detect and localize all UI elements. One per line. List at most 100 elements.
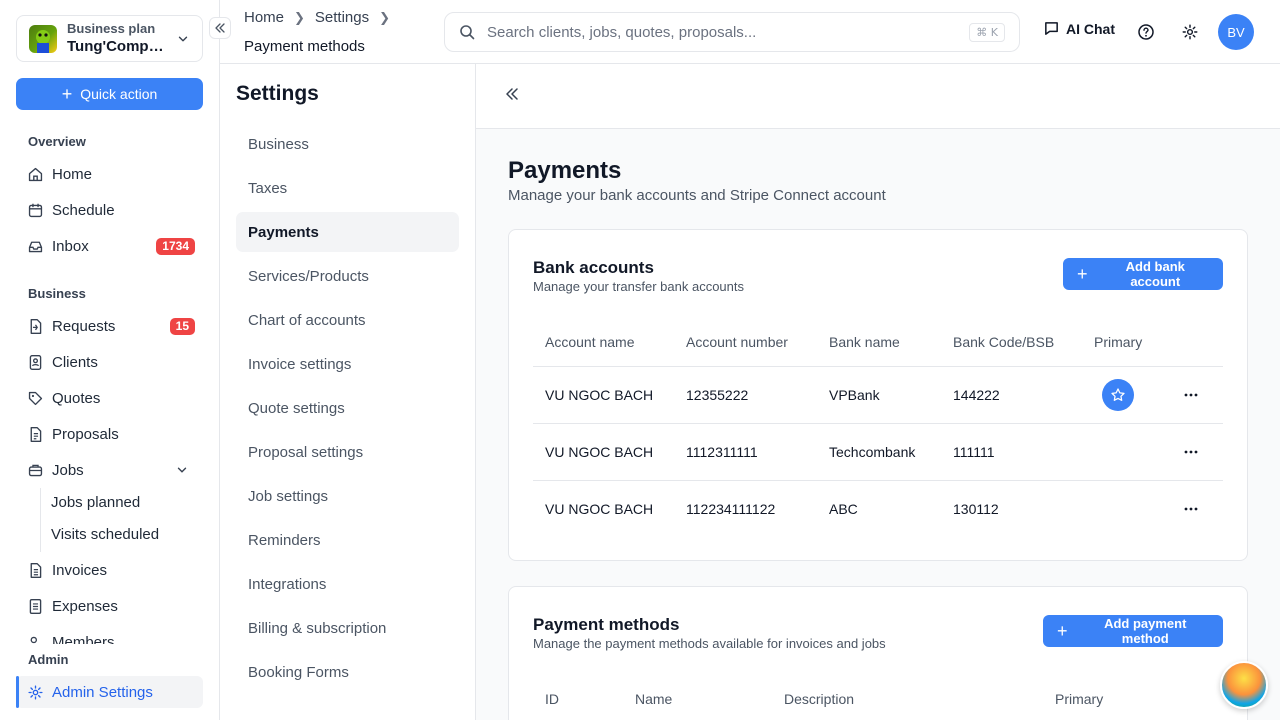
sidebar-item-invoices[interactable]: Invoices (16, 554, 203, 586)
settings-item-proposal-settings[interactable]: Proposal settings (236, 432, 459, 472)
requests-count-badge: 15 (169, 317, 195, 335)
collapse-settings-button[interactable] (504, 86, 520, 105)
sidebar-item-label: Quotes (52, 389, 101, 407)
contact-book-icon (26, 353, 44, 371)
sidebar-item-requests[interactable]: Requests 15 (16, 310, 203, 342)
sidebar-item-schedule[interactable]: Schedule (16, 194, 203, 226)
row-more-button[interactable] (1181, 385, 1201, 405)
add-bank-account-button[interactable]: + Add bank account (1063, 258, 1223, 290)
row-divider (533, 423, 1223, 424)
sidebar-item-admin-settings[interactable]: Admin Settings (16, 676, 203, 708)
more-horizontal-icon (1184, 450, 1198, 454)
sidebar-item-expenses[interactable]: Expenses (16, 590, 203, 622)
sidebar-item-home[interactable]: Home (16, 158, 203, 190)
sidebar-item-jobs[interactable]: Jobs (16, 454, 203, 486)
settings-item-payments[interactable]: Payments (236, 212, 459, 252)
search-shortcut: ⌘ K (969, 22, 1005, 42)
business-name: Tung'Company (67, 38, 167, 55)
nav-group-admin: Admin (28, 652, 69, 667)
chat-bubble-icon (1045, 22, 1058, 35)
main-content: Payments Manage your bank accounts and S… (476, 64, 1280, 720)
sidebar-subitem-visits-scheduled[interactable]: Visits scheduled (51, 526, 159, 543)
sidebar-item-label: Proposals (52, 425, 119, 443)
floating-assistant-button[interactable] (1220, 661, 1268, 709)
cell-account-name: VU NGOC BACH (545, 501, 654, 517)
breadcrumb: Home ❯ Settings ❯ (244, 9, 400, 26)
settings-item-invoice-settings[interactable]: Invoice settings (236, 344, 459, 384)
request-icon (26, 317, 44, 335)
settings-item-billing-subscription[interactable]: Billing & subscription (236, 608, 459, 648)
cell-bank-name: VPBank (829, 387, 880, 403)
settings-item-booking-forms[interactable]: Booking Forms (236, 652, 459, 692)
sidebar-item-label: Members (52, 633, 115, 645)
search-input[interactable]: Search clients, jobs, quotes, proposals.… (444, 12, 1020, 52)
sidebar-subitem-jobs-planned[interactable]: Jobs planned (51, 494, 140, 511)
plus-icon: + (1077, 264, 1088, 284)
column-header-name: Name (635, 691, 673, 707)
business-plan-label: Business plan (67, 21, 156, 36)
ai-chat-label: AI Chat (1066, 20, 1115, 37)
quick-action-button[interactable]: + Quick action (16, 78, 203, 110)
chevron-right-icon: ❯ (379, 9, 391, 25)
breadcrumb-home[interactable]: Home (244, 9, 284, 26)
active-indicator (16, 676, 19, 708)
settings-item-job-settings[interactable]: Job settings (236, 476, 459, 516)
sidebar-item-members[interactable]: Members (16, 626, 203, 644)
business-switcher[interactable]: Business plan Tung'Company (16, 15, 203, 62)
collapse-sidebar-button[interactable] (209, 17, 231, 39)
sidebar-item-label: Jobs (52, 461, 84, 479)
settings-item-services-products[interactable]: Services/Products (236, 256, 459, 296)
cell-bank-name: Techcombank (829, 444, 916, 460)
ai-chat-button[interactable]: AI Chat (1043, 20, 1115, 37)
row-more-button[interactable] (1181, 442, 1201, 462)
sidebar-item-label: Requests (52, 317, 116, 335)
sidebar-item-label: Clients (52, 353, 98, 371)
sidebar-item-label: Home (52, 165, 93, 183)
cell-account-name: VU NGOC BACH (545, 387, 654, 403)
sidebar-item-proposals[interactable]: Proposals (16, 418, 203, 450)
business-logo (29, 24, 57, 53)
settings-item-integrations[interactable]: Integrations (236, 564, 459, 604)
sidebar-item-quotes[interactable]: Quotes (16, 382, 203, 414)
primary-star-button[interactable] (1102, 379, 1134, 411)
receipt-icon (26, 597, 44, 615)
sidebar-item-clients[interactable]: Clients (16, 346, 203, 378)
column-header-primary: Primary (1094, 334, 1143, 350)
calendar-icon (26, 201, 44, 219)
cell-account-number: 1112311111 (686, 444, 758, 460)
column-header-bank-name: Bank name (829, 334, 900, 350)
sidebar-item-label: Expenses (52, 597, 118, 615)
column-header-id: ID (545, 691, 559, 707)
plus-icon: + (1057, 621, 1068, 641)
settings-item-business[interactable]: Business (236, 124, 459, 164)
add-payment-method-button[interactable]: + Add payment method (1043, 615, 1223, 647)
sidebar-scroll-clip: Members (16, 626, 203, 644)
page-subtitle: Manage your bank accounts and Stripe Con… (508, 187, 886, 204)
row-divider (533, 366, 1223, 367)
settings-item-quote-settings[interactable]: Quote settings (236, 388, 459, 428)
settings-button[interactable] (1180, 22, 1200, 42)
settings-item-reminders[interactable]: Reminders (236, 520, 459, 560)
sidebar-item-label: Schedule (52, 201, 115, 219)
breadcrumb-settings[interactable]: Settings (315, 9, 369, 26)
chevron-down-icon (177, 467, 187, 473)
more-horizontal-icon (1184, 507, 1198, 511)
row-more-button[interactable] (1181, 499, 1201, 519)
column-header-description: Description (784, 691, 855, 707)
help-button[interactable] (1136, 22, 1156, 42)
settings-title: Settings (236, 82, 319, 105)
user-avatar[interactable]: BV (1218, 14, 1254, 50)
more-horizontal-icon (1184, 393, 1198, 397)
column-header-bank-code: Bank Code/BSB (953, 334, 1055, 350)
quick-action-label: Quick action (80, 86, 158, 102)
cell-bank-name: ABC (829, 501, 858, 517)
settings-item-chart-of-accounts[interactable]: Chart of accounts (236, 300, 459, 340)
sidebar-item-inbox[interactable]: Inbox 1734 (16, 230, 203, 262)
cell-bank-code: 144222 (953, 387, 1000, 403)
add-payment-method-label: Add payment method (1104, 616, 1187, 646)
cell-account-number: 12355222 (686, 387, 749, 403)
home-icon (26, 165, 44, 183)
settings-item-taxes[interactable]: Taxes (236, 168, 459, 208)
submenu-guide-line (40, 488, 41, 552)
cell-account-number: 112234111122 (686, 501, 776, 517)
